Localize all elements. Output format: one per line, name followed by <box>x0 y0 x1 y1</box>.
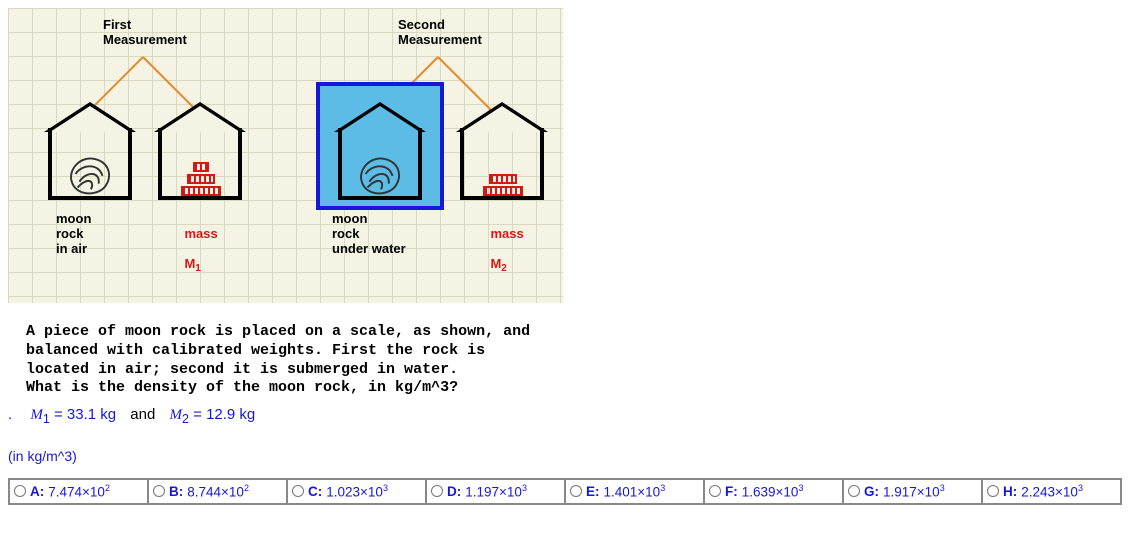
given-values: . M1 = 33.1 kg and M2 = 12.9 kg <box>8 406 1122 426</box>
first-measurement-label: First Measurement <box>103 18 187 48</box>
scale-pan-rock-air <box>44 102 136 202</box>
answer-option-f[interactable]: F: 1.639×103 <box>705 480 844 505</box>
m2-value: 12.9 kg <box>206 406 255 423</box>
answer-value: 1.917×103 <box>883 483 945 500</box>
mass2-label-block: mass M2 <box>476 212 524 289</box>
m2-sub: 2 <box>182 412 189 426</box>
answer-letter: F: <box>725 484 738 499</box>
answers-row: A: 7.474×102B: 8.744×102C: 1.023×103D: 1… <box>8 478 1122 505</box>
answer-option-g[interactable]: G: 1.917×103 <box>844 480 983 505</box>
answer-letter: A: <box>30 484 44 499</box>
answer-option-a[interactable]: A: 7.474×102 <box>10 480 149 505</box>
answer-radio-g[interactable] <box>848 485 860 497</box>
m1-sub: 1 <box>43 412 50 426</box>
scale-pan-rock-water <box>334 102 426 202</box>
scale-pan-mass1 <box>154 102 246 202</box>
answer-option-c[interactable]: C: 1.023×103 <box>288 480 427 505</box>
second-measurement-label: Second Measurement <box>398 18 482 48</box>
answer-letter: G: <box>864 484 879 499</box>
mass2-symbol: M <box>490 256 501 271</box>
m2-symbol: M <box>170 407 183 423</box>
answer-value: 2.243×103 <box>1021 483 1083 500</box>
answer-letter: C: <box>308 484 322 499</box>
answer-value: 7.474×102 <box>48 483 110 500</box>
question-text: A piece of moon rock is placed on a scal… <box>26 323 1122 398</box>
moon-rock-icon <box>356 152 404 196</box>
answer-option-e[interactable]: E: 1.401×103 <box>566 480 705 505</box>
unit-prompt: (in kg/m^3) <box>8 448 1122 464</box>
answer-option-h[interactable]: H: 2.243×103 <box>983 480 1122 505</box>
answer-value: 1.401×103 <box>604 483 666 500</box>
mass1-sub: 1 <box>195 263 201 274</box>
weights-icon <box>482 174 524 198</box>
answer-letter: H: <box>1003 484 1017 499</box>
answer-radio-a[interactable] <box>14 485 26 497</box>
answer-value: 1.639×103 <box>742 483 804 500</box>
moon-rock-water-label: moon rock under water <box>332 212 406 257</box>
mass2-sub: 2 <box>501 263 507 274</box>
answer-radio-b[interactable] <box>153 485 165 497</box>
answer-radio-d[interactable] <box>431 485 443 497</box>
answer-letter: D: <box>447 484 461 499</box>
and-word: and <box>130 406 155 423</box>
answer-option-b[interactable]: B: 8.744×102 <box>149 480 288 505</box>
answer-radio-h[interactable] <box>987 485 999 497</box>
diagram: First Measurement Second Measurement moo… <box>8 8 563 303</box>
answer-value: 8.744×102 <box>187 483 249 500</box>
scale-pan-mass2 <box>456 102 548 202</box>
mass2-word: mass <box>490 226 523 241</box>
mass1-symbol: M <box>184 256 195 271</box>
answer-value: 1.197×103 <box>465 483 527 500</box>
answer-radio-f[interactable] <box>709 485 721 497</box>
answer-option-d[interactable]: D: 1.197×103 <box>427 480 566 505</box>
moon-rock-air-label: moon rock in air <box>56 212 91 257</box>
answer-radio-e[interactable] <box>570 485 582 497</box>
answer-letter: B: <box>169 484 183 499</box>
weights-icon <box>180 162 222 198</box>
m1-value: 33.1 kg <box>67 406 116 423</box>
moon-rock-icon <box>66 152 114 196</box>
mass1-label-block: mass M1 <box>170 212 218 289</box>
answer-letter: E: <box>586 484 600 499</box>
mass1-word: mass <box>184 226 217 241</box>
answer-radio-c[interactable] <box>292 485 304 497</box>
m1-symbol: M <box>30 407 43 423</box>
answer-value: 1.023×103 <box>326 483 388 500</box>
